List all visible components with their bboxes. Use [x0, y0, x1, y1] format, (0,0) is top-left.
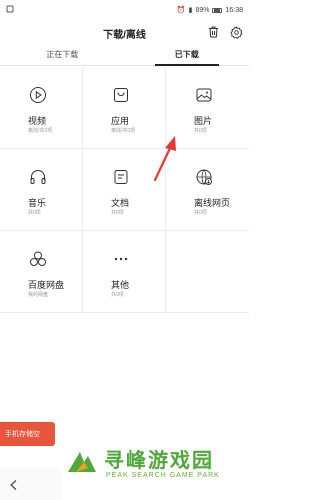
- alarm-icon: ⏰: [176, 7, 186, 14]
- category-title: 其他: [111, 280, 130, 290]
- category-subtitle: 共0项: [111, 210, 124, 216]
- cloud-icon: [28, 249, 48, 269]
- settings-button[interactable]: [229, 25, 243, 39]
- watermark-subtitle: PEAK SEARCH GAME PARK: [106, 472, 220, 479]
- category-subtitle: 离线/共0项: [28, 128, 53, 134]
- category-title: 应用: [111, 116, 130, 126]
- delete-button[interactable]: [206, 25, 220, 39]
- watermark-title: 寻峰游戏园: [104, 450, 214, 472]
- signal-icon: ▮: [188, 7, 193, 14]
- document-icon: [111, 167, 131, 187]
- category-music[interactable]: 音乐 共0项: [0, 149, 83, 231]
- category-title: 离线网页: [194, 198, 231, 208]
- tab-downloading[interactable]: 正在下载: [0, 46, 125, 65]
- storage-label: 手机存储空: [5, 431, 40, 438]
- status-time: 16:38: [225, 6, 243, 14]
- watermark-logo-icon: [68, 452, 96, 472]
- title-bar: 下载/离线: [0, 20, 249, 46]
- tab-downloaded[interactable]: 已下载: [125, 46, 250, 66]
- category-title: 百度网盘: [28, 280, 65, 290]
- globe-download-icon: [194, 167, 214, 187]
- category-subtitle: 共0项: [194, 128, 207, 134]
- watermark: 寻峰游戏园 PEAK SEARCH GAME PARK: [62, 440, 252, 500]
- category-grid: 视频 离线/共0项 应用 离线/共0项 图片 共0项 音乐 共0项 文档 共0项…: [0, 67, 249, 313]
- play-icon: [28, 85, 48, 105]
- notification-icon: [6, 5, 14, 15]
- back-icon: [10, 480, 17, 490]
- category-title: 音乐: [28, 198, 47, 208]
- category-subtitle: 共0项: [194, 210, 207, 216]
- category-subtitle: 共0项: [28, 210, 41, 216]
- annotation-arrow: [153, 136, 176, 182]
- category-video[interactable]: 视频 离线/共0项: [0, 67, 83, 149]
- category-title: 视频: [28, 116, 47, 126]
- battery-text: 89%: [195, 6, 210, 14]
- more-icon: [111, 249, 131, 269]
- headphones-icon: [28, 167, 48, 187]
- category-subtitle: 共0项: [111, 292, 124, 298]
- status-indicators: ⏰ ▮ 89% 16:38: [176, 6, 243, 15]
- back-button[interactable]: [8, 478, 20, 490]
- category-subtitle: 离线/共0项: [111, 128, 136, 134]
- storage-bar[interactable]: 手机存储空: [0, 422, 55, 446]
- category-subtitle: 我的网盘: [28, 292, 49, 298]
- status-bar: ⏰ ▮ 89% 16:38: [0, 0, 249, 20]
- category-baidu-pan[interactable]: 百度网盘 我的网盘: [0, 231, 83, 313]
- category-title: 文档: [111, 198, 130, 208]
- category-title: 图片: [194, 116, 213, 126]
- gear-icon: [229, 25, 243, 39]
- empty-cell: [166, 231, 249, 313]
- category-other[interactable]: 其他 共0项: [83, 231, 166, 313]
- battery-icon: [212, 7, 223, 13]
- image-icon: [194, 85, 214, 105]
- trash-icon: [208, 26, 218, 38]
- download-tabs: 正在下载 已下载: [0, 46, 249, 66]
- bag-icon: [111, 85, 131, 105]
